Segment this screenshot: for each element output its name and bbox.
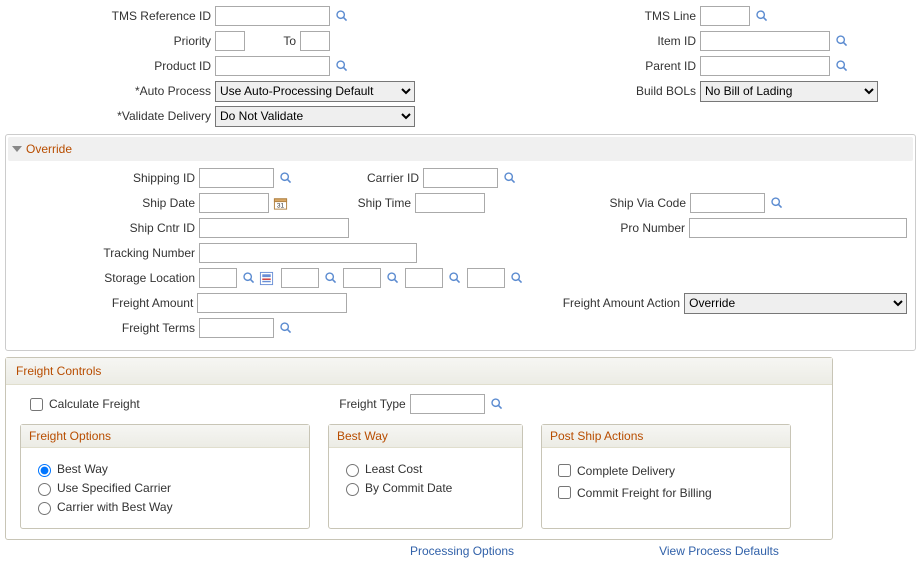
ship-via-code-label: Ship Via Code: [485, 196, 690, 210]
freight-type-label: Freight Type: [140, 397, 410, 411]
ship-date-label: Ship Date: [14, 196, 199, 210]
freight-terms-input[interactable]: [199, 318, 274, 338]
tracking-number-input[interactable]: [199, 243, 417, 263]
validate-delivery-label: *Validate Delivery: [5, 109, 215, 123]
best-way-group-title: Best Way: [329, 425, 522, 448]
search-icon[interactable]: [490, 397, 504, 411]
freight-amount-action-label: Freight Amount Action: [347, 296, 684, 310]
commit-freight-checkbox[interactable]: [558, 486, 571, 499]
view-process-defaults-link[interactable]: View Process Defaults: [659, 544, 779, 558]
carrier-best-way-label: Carrier with Best Way: [57, 500, 173, 514]
to-label: To: [245, 34, 300, 48]
search-icon[interactable]: [386, 271, 400, 285]
calendar-icon[interactable]: [273, 196, 288, 211]
search-icon[interactable]: [279, 321, 293, 335]
storage-loc-3-input[interactable]: [343, 268, 381, 288]
search-icon[interactable]: [279, 171, 293, 185]
search-icon[interactable]: [510, 271, 524, 285]
pro-number-input[interactable]: [689, 218, 907, 238]
tms-ref-id-input[interactable]: [215, 6, 330, 26]
freight-options-title: Freight Options: [21, 425, 309, 448]
tracking-number-label: Tracking Number: [14, 246, 199, 260]
calculate-freight-checkbox[interactable]: [30, 398, 43, 411]
least-cost-label: Least Cost: [365, 462, 422, 476]
storage-location-label: Storage Location: [14, 271, 199, 285]
carrier-id-input[interactable]: [423, 168, 498, 188]
item-id-label: Item ID: [570, 34, 700, 48]
post-ship-title: Post Ship Actions: [542, 425, 790, 448]
priority-from-input[interactable]: [215, 31, 245, 51]
freight-type-input[interactable]: [410, 394, 485, 414]
search-icon[interactable]: [835, 34, 849, 48]
processing-options-link[interactable]: Processing Options: [410, 544, 514, 558]
by-commit-label: By Commit Date: [365, 481, 452, 495]
freight-amount-action-select[interactable]: Override: [684, 293, 907, 314]
pro-number-label: Pro Number: [349, 221, 689, 235]
ship-time-label: Ship Time: [288, 196, 415, 210]
carrier-id-label: Carrier ID: [293, 171, 423, 185]
search-icon[interactable]: [324, 271, 338, 285]
build-bols-select[interactable]: No Bill of Lading: [700, 81, 878, 102]
priority-to-input[interactable]: [300, 31, 330, 51]
tms-ref-id-label: TMS Reference ID: [5, 9, 215, 23]
complete-delivery-checkbox[interactable]: [558, 464, 571, 477]
detail-icon[interactable]: [259, 271, 274, 286]
search-icon[interactable]: [835, 59, 849, 73]
by-commit-radio[interactable]: [346, 483, 359, 496]
product-id-label: Product ID: [5, 59, 215, 73]
override-section-title[interactable]: Override: [8, 137, 913, 161]
validate-delivery-select[interactable]: Do Not Validate: [215, 106, 415, 127]
ship-cntr-id-input[interactable]: [199, 218, 349, 238]
search-icon[interactable]: [503, 171, 517, 185]
best-way-label: Best Way: [57, 462, 108, 476]
search-icon[interactable]: [242, 271, 256, 285]
least-cost-radio[interactable]: [346, 464, 359, 477]
storage-loc-2-input[interactable]: [281, 268, 319, 288]
tms-line-input[interactable]: [700, 6, 750, 26]
ship-date-input[interactable]: [199, 193, 269, 213]
commit-freight-label: Commit Freight for Billing: [577, 486, 712, 500]
search-icon[interactable]: [755, 9, 769, 23]
freight-amount-input[interactable]: [197, 293, 347, 313]
shipping-id-input[interactable]: [199, 168, 274, 188]
carrier-best-way-radio[interactable]: [38, 502, 51, 515]
search-icon[interactable]: [770, 196, 784, 210]
freight-terms-label: Freight Terms: [14, 321, 199, 335]
ship-cntr-id-label: Ship Cntr ID: [14, 221, 199, 235]
storage-loc-5-input[interactable]: [467, 268, 505, 288]
priority-label: Priority: [5, 34, 215, 48]
item-id-input[interactable]: [700, 31, 830, 51]
best-way-radio[interactable]: [38, 464, 51, 477]
use-specified-radio[interactable]: [38, 483, 51, 496]
storage-loc-1-input[interactable]: [199, 268, 237, 288]
auto-process-select[interactable]: Use Auto-Processing Default: [215, 81, 415, 102]
ship-via-code-input[interactable]: [690, 193, 765, 213]
freight-amount-label: Freight Amount: [14, 296, 197, 310]
calculate-freight-label: Calculate Freight: [49, 397, 140, 411]
product-id-input[interactable]: [215, 56, 330, 76]
build-bols-label: Build BOLs: [570, 84, 700, 98]
auto-process-label: *Auto Process: [5, 84, 215, 98]
parent-id-input[interactable]: [700, 56, 830, 76]
search-icon[interactable]: [335, 59, 349, 73]
shipping-id-label: Shipping ID: [14, 171, 199, 185]
freight-controls-title: Freight Controls: [6, 358, 832, 385]
complete-delivery-label: Complete Delivery: [577, 464, 675, 478]
parent-id-label: Parent ID: [570, 59, 700, 73]
search-icon[interactable]: [335, 9, 349, 23]
tms-line-label: TMS Line: [570, 9, 700, 23]
search-icon[interactable]: [448, 271, 462, 285]
use-specified-label: Use Specified Carrier: [57, 481, 171, 495]
storage-loc-4-input[interactable]: [405, 268, 443, 288]
ship-time-input[interactable]: [415, 193, 485, 213]
